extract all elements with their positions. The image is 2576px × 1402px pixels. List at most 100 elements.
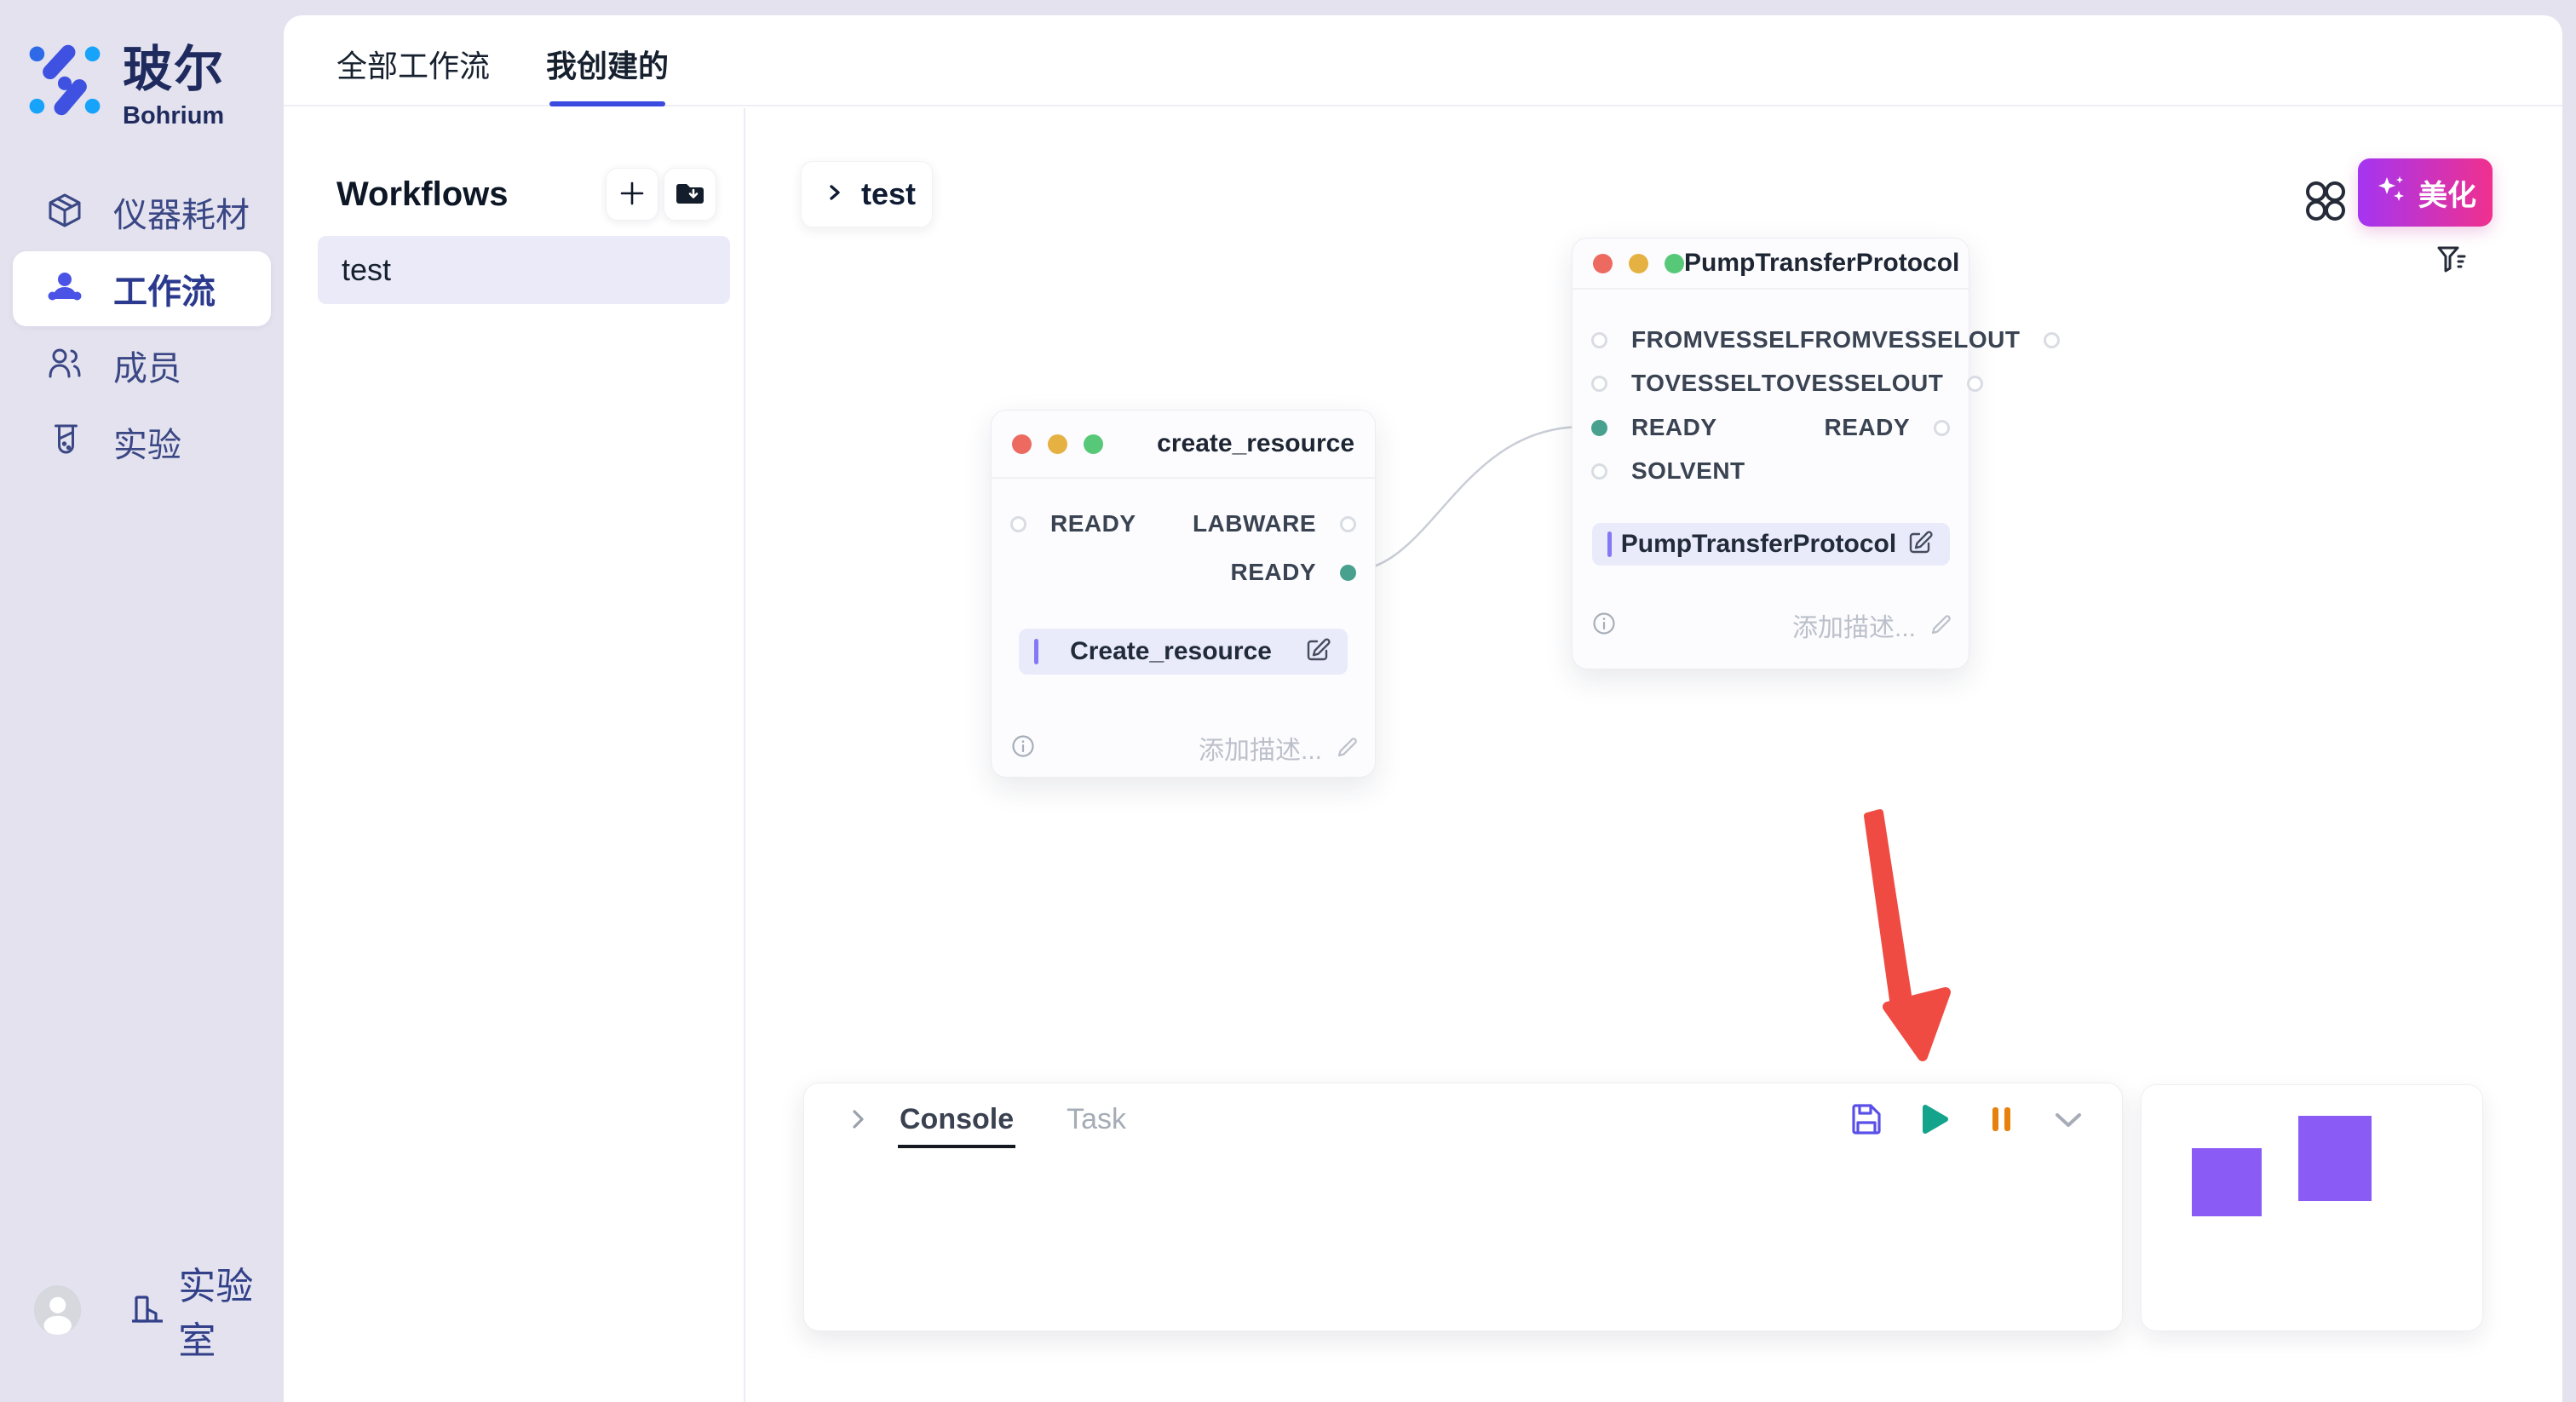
sidebar-item-members[interactable]: 成员	[13, 328, 271, 403]
workflow-name: test	[342, 252, 391, 288]
box-icon	[45, 191, 84, 234]
sidebar-item-experiments[interactable]: 实验	[13, 405, 271, 480]
save-button[interactable]	[1847, 1100, 1886, 1139]
input-port-solvent[interactable]: SOLVENT	[1591, 457, 1745, 485]
avatar[interactable]	[34, 1285, 81, 1335]
port-dot-icon[interactable]	[1591, 376, 1607, 392]
chevron-down-icon[interactable]	[2049, 1100, 2088, 1139]
filter-button[interactable]	[2435, 243, 2469, 277]
input-port-tovessel[interactable]: TOVESSEL	[1591, 370, 1762, 397]
sparkles-icon	[2374, 172, 2408, 214]
breadcrumb-label: test	[861, 176, 916, 212]
input-port-fromvessel[interactable]: FROMVESSEL	[1591, 326, 1800, 353]
node-action-pill[interactable]: Create_resource	[1019, 629, 1348, 675]
beautify-button[interactable]: 美化	[2358, 158, 2493, 227]
pencil-icon[interactable]	[1334, 733, 1360, 763]
output-port-ready[interactable]: READY	[1230, 559, 1356, 586]
apps-grid-button[interactable]	[2300, 175, 2351, 227]
run-button[interactable]	[1914, 1100, 1953, 1139]
filter-icon	[2435, 266, 2469, 280]
yellow-dot-icon	[1629, 254, 1648, 273]
node-title: create_resource	[1157, 429, 1354, 458]
node-title: PumpTransferProtocol	[1684, 249, 1959, 278]
logo-subtitle: Bohrium	[123, 102, 225, 130]
main-panel: 全部工作流 我创建的 Workflows	[284, 15, 2562, 1402]
lab-label: 实验室	[178, 1255, 284, 1365]
port-dot-icon[interactable]	[1934, 420, 1950, 436]
traffic-light-icons	[1012, 434, 1103, 454]
output-port-fromvesselout[interactable]: FROMVESSELOUT	[1800, 326, 2061, 353]
node-create-resource[interactable]: create_resource READY LABWARE READY	[991, 410, 1376, 778]
output-port-ready[interactable]: READY	[1824, 414, 1950, 441]
workflow-canvas[interactable]: test create_resource READY	[745, 108, 2562, 1402]
pause-button[interactable]	[1981, 1100, 2021, 1139]
traffic-light-icons	[1593, 254, 1684, 273]
description-placeholder[interactable]: 添加描述...	[1199, 729, 1322, 767]
workflows-title: Workflows	[336, 175, 509, 214]
tab-my-created[interactable]: 我创建的	[546, 42, 669, 105]
node-footer: 添加描述...	[1591, 606, 1953, 644]
import-folder-button[interactable]	[664, 168, 716, 221]
port-dot-icon[interactable]	[1591, 420, 1607, 436]
clover-icon	[2300, 215, 2351, 230]
minimap-node	[2298, 1116, 2372, 1201]
info-icon[interactable]	[1591, 611, 1617, 641]
add-workflow-button[interactable]	[606, 168, 658, 221]
red-arrow-annotation	[1857, 804, 1968, 1077]
port-dot-icon[interactable]	[1010, 516, 1026, 532]
port-dot-icon[interactable]	[1967, 376, 1983, 392]
node-footer: 添加描述...	[1010, 729, 1360, 767]
tab-task[interactable]: Task	[1067, 1103, 1126, 1136]
logo-text: 玻尔 Bohrium	[123, 29, 225, 130]
tab-console[interactable]: Console	[900, 1103, 1014, 1136]
description-placeholder[interactable]: 添加描述...	[1792, 606, 1916, 644]
minimap-node	[2192, 1148, 2262, 1216]
node-pump-transfer-protocol[interactable]: PumpTransferProtocol FROMVESSEL FROMVESS…	[1572, 238, 1969, 669]
sidebar-item-label: 成员	[113, 341, 181, 390]
workflow-list-panel: Workflows	[284, 108, 745, 1402]
test-tube-icon	[45, 421, 84, 464]
sidebar-item-label: 实验	[113, 417, 181, 467]
sidebar-footer: 实验室	[34, 1255, 284, 1365]
console-collapse-icon[interactable]	[838, 1100, 877, 1139]
console-panel: Console Task	[803, 1083, 2123, 1331]
sidebar-nav: 仪器耗材 工作流	[0, 175, 284, 480]
port-dot-icon[interactable]	[1591, 463, 1607, 480]
breadcrumb[interactable]: test	[801, 161, 933, 227]
people-icon	[45, 267, 84, 311]
red-dot-icon	[1012, 434, 1032, 454]
folder-download-icon	[675, 181, 705, 209]
port-dot-icon[interactable]	[1340, 516, 1356, 532]
port-dot-icon[interactable]	[1591, 332, 1607, 348]
sidebar-item-instruments[interactable]: 仪器耗材	[13, 175, 271, 250]
yellow-dot-icon	[1048, 434, 1067, 454]
info-icon[interactable]	[1010, 733, 1036, 763]
port-dot-icon[interactable]	[1340, 565, 1356, 581]
red-dot-icon	[1593, 254, 1613, 273]
workflow-actions	[606, 168, 716, 221]
edit-icon[interactable]	[1906, 528, 1935, 561]
plus-icon	[618, 179, 647, 210]
console-actions	[1847, 1100, 2088, 1139]
app-root: 玻尔 Bohrium 仪器耗材	[0, 0, 2576, 1402]
output-port-tovesselout[interactable]: TOVESSELOUT	[1762, 370, 1983, 397]
edit-icon[interactable]	[1303, 635, 1332, 669]
minimap[interactable]	[2141, 1084, 2483, 1331]
tabbar: 全部工作流 我创建的	[284, 15, 2562, 106]
node-action-pill[interactable]: PumpTransferProtocol	[1592, 523, 1950, 566]
sidebar-item-workflow[interactable]: 工作流	[13, 251, 271, 326]
logo[interactable]: 玻尔 Bohrium	[0, 0, 284, 130]
workflow-list-item[interactable]: test	[318, 236, 730, 304]
pencil-icon[interactable]	[1928, 611, 1953, 641]
input-port-ready[interactable]: READY	[1591, 414, 1717, 441]
green-dot-icon	[1084, 434, 1103, 454]
node-header: create_resource	[992, 411, 1375, 479]
sidebar: 玻尔 Bohrium 仪器耗材	[0, 0, 284, 1402]
tab-all-workflows[interactable]: 全部工作流	[336, 42, 490, 105]
input-port-ready[interactable]: READY	[1010, 510, 1136, 537]
port-dot-icon[interactable]	[2044, 332, 2060, 348]
node-header: PumpTransferProtocol	[1573, 238, 1969, 290]
beautify-label: 美化	[2418, 172, 2476, 214]
output-port-labware[interactable]: LABWARE	[1193, 510, 1356, 537]
lab-switcher[interactable]: 实验室	[129, 1255, 284, 1365]
